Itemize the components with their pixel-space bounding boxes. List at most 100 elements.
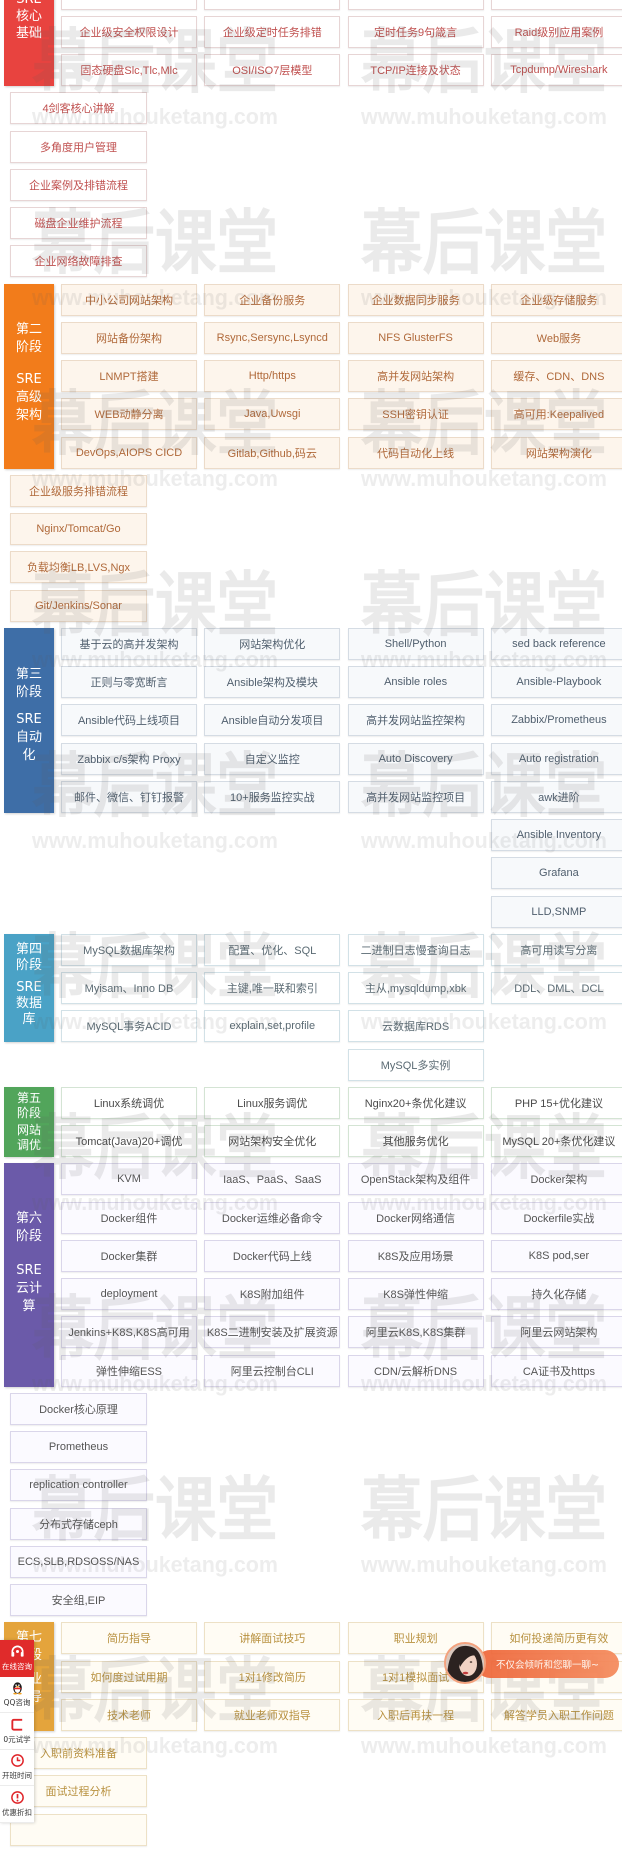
- topic-card: 就业老师双指导: [204, 1698, 341, 1731]
- topic-card: [347, 0, 484, 10]
- consultant-photo-icon: [446, 1644, 484, 1682]
- topic-card: DevOps,AIOPS CICD: [61, 436, 197, 469]
- stage-topic-line: 云计: [15, 1280, 42, 1296]
- topic-card: 代码自动化上线: [347, 436, 484, 469]
- topic-grid: 基于云的高并发架构 网站架构优化 Shell/Python sed back refe…: [61, 627, 622, 813]
- stacked-topic-card: replication controller: [10, 1469, 147, 1502]
- topic-card: OSI/ISO7层模型: [204, 54, 341, 86]
- chat-invite-bubble[interactable]: 不仅会倾听和您聊一聊~: [476, 1650, 619, 1678]
- stacked-topic-card: 多角度用户管理: [10, 130, 147, 163]
- qq-consult-label: QQ咨询: [3, 1698, 31, 1708]
- topic-card: 二进制日志慢查询日志: [347, 933, 484, 966]
- topic-card: TCP/IP连接及状态: [347, 54, 484, 86]
- topic-card: Ansible Inventory: [490, 819, 622, 851]
- stage-1-block: SRE核心基础企业级安全权限设计企业级定时任务排错定时任务9句箴言Raid级别应…: [0, 0, 622, 278]
- topic-card: 如何度过试用期: [61, 1660, 197, 1693]
- topic-card: KVM: [61, 1163, 197, 1196]
- topic-card: Myisam、Inno DB: [61, 972, 197, 1004]
- topic-card: MySQL多实例: [347, 1048, 484, 1081]
- stage-number-line: 第六: [15, 1210, 42, 1226]
- topic-grid: 中小公司网站架构 企业备份服务 企业数据同步服务 企业级存储服务 网站备份架构 Rsync…: [61, 283, 622, 469]
- online-consult-label: 在线咨询: [2, 1662, 32, 1672]
- topic-card: K8S及应用场景: [347, 1239, 484, 1272]
- clock-icon: [10, 1753, 25, 1768]
- topic-card: LLD,SNMP: [490, 895, 622, 928]
- floating-contact-bar: 在线咨询 QQ咨询 0元试学 开班时间 优惠折扣: [0, 1640, 34, 1823]
- consultant-avatar[interactable]: [444, 1642, 486, 1684]
- qq-consult-button[interactable]: QQ咨询: [0, 1677, 34, 1713]
- stage-topic-line: 自动: [15, 729, 42, 745]
- stage-section: 第五 阶段 网站 调优 Linux系统调优 Linux服务调优 Nginx20+条优化建议 P…: [0, 1086, 622, 1157]
- topic-grid: Linux系统调优 Linux服务调优 Nginx20+条优化建议 PHP 15+优化…: [61, 1086, 622, 1157]
- stage-topic-line: 库: [22, 1012, 36, 1027]
- topic-card: 配置、优化、SQL: [204, 933, 341, 966]
- stacked-topic-card: 磁盘企业维护流程: [10, 207, 147, 239]
- stage-4-block: 第四 阶段 SRE 数据库 MySQL数据库架构 配置、优化、SQL 二进制日志慢查询日志高…: [0, 933, 622, 1081]
- topic-card: 技术老师: [61, 1698, 197, 1731]
- topic-card: [61, 0, 197, 10]
- topic-card: 网站架构演化: [490, 436, 622, 469]
- topic-card: Java,Uwsgi: [204, 398, 341, 431]
- topic-card: 高并发网站监控项目: [347, 780, 484, 813]
- topic-card: Linux系统调优: [61, 1086, 197, 1119]
- topic-card: 云数据库RDS: [347, 1010, 484, 1043]
- topic-card: Docker代码上线: [204, 1239, 341, 1272]
- stage-label: 第四 阶段 SRE 数据库: [4, 933, 54, 1043]
- class-schedule-button[interactable]: 开班时间: [0, 1750, 34, 1786]
- stage-number-line: 第四: [15, 942, 42, 957]
- stage-topic-line: 高级: [15, 390, 42, 405]
- topic-card: Rsync,Sersync,Lsyncd: [204, 321, 341, 354]
- stacked-topic-card: Git/Jenkins/Sonar: [10, 589, 147, 622]
- stage-topic-line: SRE: [16, 711, 42, 727]
- topic-card: 持久化存储: [490, 1278, 622, 1310]
- topic-card: Gitlab,Github,码云: [204, 436, 341, 469]
- topic-card: 固态硬盘Slc,Tlc,Mlc: [61, 54, 197, 86]
- topic-card: Ansible roles: [347, 666, 484, 698]
- topic-card: Shell/Python: [347, 627, 484, 660]
- chat-invite-message: 不仅会倾听和您聊一聊~: [496, 1660, 599, 1671]
- stacked-topic-card: Docker核心原理: [10, 1392, 147, 1425]
- topic-card: MySQL数据库架构: [61, 933, 197, 966]
- stage-topic-line: SRE: [16, 372, 42, 387]
- stacked-topic-card: 企业案例及排错流程: [10, 168, 147, 201]
- stage-3-block: 第三 阶段 SRE 自动化 基于云的高并发架构 网站架构优化 Shell/Python sed…: [0, 627, 622, 928]
- stacked-topic-card: 企业网络故障排查: [10, 245, 147, 278]
- free-trial-button[interactable]: 0元试学: [0, 1713, 34, 1750]
- stacked-topic-card: Prometheus: [10, 1431, 147, 1463]
- topic-card: WEB动静分离: [61, 398, 197, 431]
- topic-card: 企业备份服务: [204, 283, 341, 316]
- free-trial-icon: [10, 1717, 25, 1732]
- stage-topic-line: SRE: [16, 0, 42, 8]
- stacked-topic-card: 分布式存储ceph: [10, 1507, 147, 1540]
- topic-card: 网站备份架构: [61, 321, 197, 354]
- stage-topic-line: 数据: [15, 996, 42, 1011]
- topic-card: 邮件、微信、钉钉报警: [61, 780, 197, 813]
- online-consult-button[interactable]: 在线咨询: [0, 1640, 34, 1677]
- topic-card: 简历指导: [61, 1622, 197, 1655]
- topic-card: 阿里云K8S,K8S集群: [347, 1316, 484, 1349]
- topic-card: Zabbix/Prometheus: [490, 704, 622, 737]
- topic-card: K8S附加组件: [204, 1278, 341, 1310]
- discount-button[interactable]: 优惠折扣: [0, 1786, 34, 1823]
- topic-card: Auto Discovery: [347, 742, 484, 775]
- stage-topic-line: 核心: [15, 9, 42, 24]
- stage-number-line: 第五: [16, 1090, 41, 1105]
- topic-card: 解答学员入职工作问题: [490, 1698, 622, 1731]
- topic-card: Ansible代码上线项目: [61, 704, 197, 737]
- topic-card: Auto registration: [490, 742, 622, 775]
- topic-card: 高并发网站监控架构: [347, 704, 484, 737]
- topic-card: 企业数据同步服务: [347, 283, 484, 316]
- topic-grid: KVM IaaS、PaaS、SaaS OpenStack架构及组件 Docker架构 D…: [61, 1163, 622, 1387]
- topic-card: 网站架构安全优化: [204, 1125, 341, 1157]
- topic-card: SSH密钥认证: [347, 398, 484, 431]
- overflow-topic-grid: Ansible Inventory Grafana LLD,SNMP: [61, 819, 622, 928]
- stage-label: 第三 阶段 SRE 自动化: [4, 627, 54, 813]
- stacked-topic-card: 负载均衡LB,LVS,Ngx: [10, 551, 147, 584]
- topic-card: CA证书及https: [490, 1354, 622, 1387]
- topic-card: Jenkins+K8S,K8S高可用: [61, 1316, 197, 1349]
- topic-card: Tcpdump/Wireshark: [490, 54, 622, 86]
- topic-card: 企业级定时任务排错: [204, 15, 341, 48]
- topic-card: K8S pod,ser: [490, 1239, 622, 1272]
- stage-section: 第三 阶段 SRE 自动化 基于云的高并发架构 网站架构优化 Shell/Python sed…: [0, 627, 622, 813]
- stage-section: SRE核心基础企业级安全权限设计企业级定时任务排错定时任务9句箴言Raid级别应…: [0, 0, 622, 86]
